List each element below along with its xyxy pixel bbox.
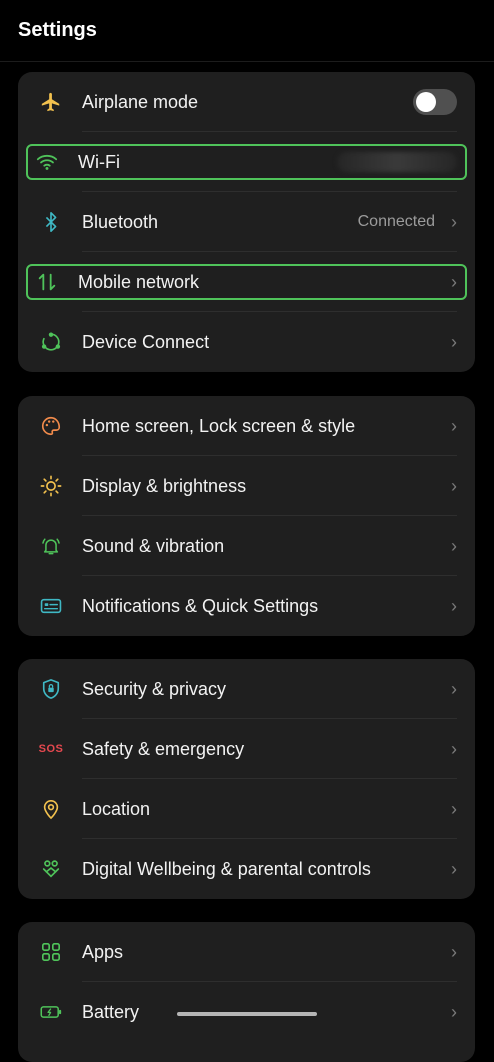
settings-group-personalization: Home screen, Lock screen & style › Displ… <box>18 396 475 636</box>
chevron-right-icon: › <box>451 475 457 496</box>
chevron-right-icon: › <box>451 798 457 819</box>
chevron-right-icon: › <box>451 678 457 699</box>
setting-safety-emergency[interactable]: SOS Safety & emergency › <box>18 719 475 779</box>
page-header: Settings <box>0 0 494 62</box>
setting-wifi[interactable]: Wi-Fi <box>18 132 475 192</box>
chevron-right-icon: › <box>451 415 457 436</box>
chevron-right-icon: › <box>451 211 457 232</box>
setting-label: Sound & vibration <box>82 535 225 556</box>
apps-grid-icon <box>40 941 62 963</box>
setting-sound-vibration[interactable]: Sound & vibration › <box>18 516 475 576</box>
chevron-right-icon: › <box>451 738 457 759</box>
sun-icon <box>40 475 62 497</box>
setting-airplane-mode[interactable]: Airplane mode <box>18 72 475 132</box>
battery-icon <box>40 1001 62 1023</box>
wifi-icon <box>36 151 58 173</box>
setting-notifications[interactable]: Notifications & Quick Settings › <box>18 576 475 636</box>
location-pin-icon <box>40 798 62 820</box>
wellbeing-icon <box>40 858 62 880</box>
airplane-mode-toggle[interactable] <box>413 89 457 115</box>
setting-label: Airplane mode <box>82 91 199 112</box>
chevron-right-icon: › <box>451 331 457 352</box>
page-title: Settings <box>18 19 97 41</box>
setting-label: Notifications & Quick Settings <box>82 595 319 616</box>
setting-label: Home screen, Lock screen & style <box>82 415 356 436</box>
setting-label: Location <box>82 798 151 819</box>
setting-label: Mobile network <box>78 271 200 292</box>
setting-device-connect[interactable]: Device Connect › <box>18 312 475 372</box>
setting-label: Device Connect <box>82 331 210 352</box>
settings-group-security: Security & privacy › SOS Safety & emerge… <box>18 659 475 899</box>
chevron-right-icon: › <box>451 1001 457 1022</box>
palette-icon <box>40 415 62 437</box>
shield-icon <box>40 678 62 700</box>
setting-digital-wellbeing[interactable]: Digital Wellbeing & parental controls › <box>18 839 475 899</box>
setting-label: Wi-Fi <box>78 151 120 172</box>
bluetooth-icon <box>40 211 62 233</box>
setting-bluetooth[interactable]: Bluetooth Connected › <box>18 192 475 252</box>
setting-label: Digital Wellbeing & parental controls <box>82 858 371 879</box>
chevron-right-icon: › <box>451 595 457 616</box>
settings-group-apps: Apps › Battery › <box>18 922 475 1062</box>
setting-apps[interactable]: Apps › <box>18 922 475 982</box>
chevron-right-icon: › <box>451 535 457 556</box>
setting-home-screen[interactable]: Home screen, Lock screen & style › <box>18 396 475 456</box>
setting-label: Display & brightness <box>82 475 247 496</box>
sos-icon: SOS <box>38 738 64 760</box>
setting-label: Safety & emergency <box>82 738 245 759</box>
notification-icon <box>40 595 62 617</box>
setting-security-privacy[interactable]: Security & privacy › <box>18 659 475 719</box>
setting-label: Apps <box>82 941 124 962</box>
setting-display-brightness[interactable]: Display & brightness › <box>18 456 475 516</box>
bluetooth-status: Connected <box>357 213 435 230</box>
device-connect-icon <box>40 331 62 353</box>
setting-label: Bluetooth <box>82 211 159 232</box>
setting-label: Security & privacy <box>82 678 227 699</box>
airplane-icon <box>40 91 62 113</box>
gesture-home-bar[interactable] <box>177 1012 317 1016</box>
wifi-network-name-blurred <box>337 152 457 172</box>
setting-location[interactable]: Location › <box>18 779 475 839</box>
settings-group-connectivity: Airplane mode Wi-Fi Bluetooth Connected … <box>18 72 475 372</box>
chevron-right-icon: › <box>451 271 457 292</box>
mobile-network-icon <box>36 271 58 293</box>
chevron-right-icon: › <box>451 941 457 962</box>
sos-icon-text: SOS <box>38 743 64 755</box>
setting-mobile-network[interactable]: Mobile network › <box>18 252 475 312</box>
bell-icon <box>40 535 62 557</box>
chevron-right-icon: › <box>451 858 457 879</box>
